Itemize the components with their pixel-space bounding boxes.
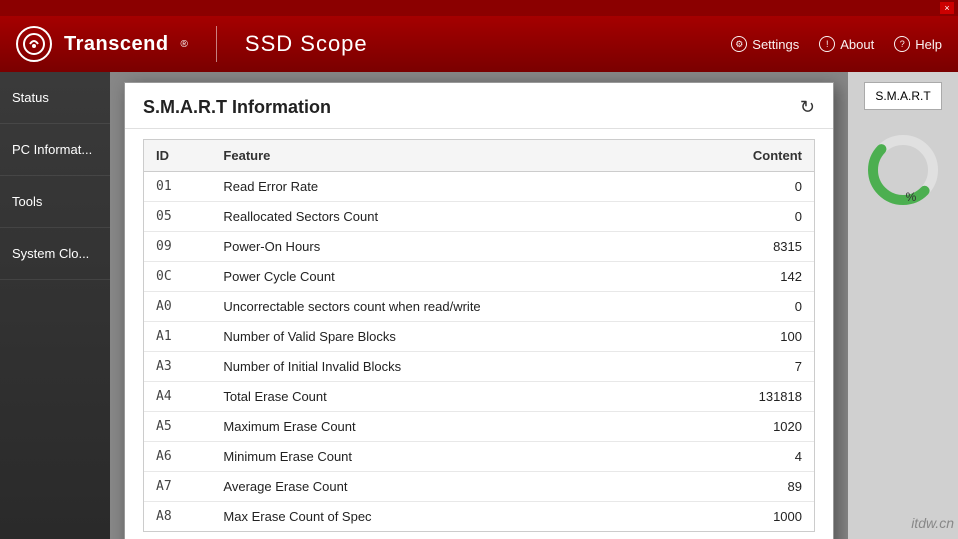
table-row: 09 Power-On Hours 8315 <box>144 232 814 262</box>
cell-id: A3 <box>144 352 211 382</box>
logo-area: Transcend ® SSD Scope <box>16 26 368 62</box>
right-panel: S.M.A.R.T % itdw.cn <box>848 72 958 539</box>
logo-icon <box>16 26 52 62</box>
cell-content: 89 <box>690 472 814 502</box>
header-nav: ⚙ Settings ! About ? Help <box>731 36 942 52</box>
table-row: A5 Maximum Erase Count 1020 <box>144 412 814 442</box>
registered-mark: ® <box>181 39 188 50</box>
cell-id: A5 <box>144 412 211 442</box>
cell-content: 7 <box>690 352 814 382</box>
cell-content: 1020 <box>690 412 814 442</box>
cell-feature: Total Erase Count <box>211 382 689 412</box>
col-feature: Feature <box>211 140 689 172</box>
window-close-button[interactable]: × <box>940 2 954 14</box>
cell-content: 4 <box>690 442 814 472</box>
table-row: 01 Read Error Rate 0 <box>144 172 814 202</box>
table-header-row: ID Feature Content <box>144 140 814 172</box>
cell-id: A8 <box>144 502 211 532</box>
cell-content: 1000 <box>690 502 814 532</box>
table-row: A0 Uncorrectable sectors count when read… <box>144 292 814 322</box>
help-label: Help <box>915 37 942 52</box>
sidebar-item-pc-information[interactable]: PC Informat... <box>0 124 110 176</box>
table-row: A4 Total Erase Count 131818 <box>144 382 814 412</box>
cell-id: 01 <box>144 172 211 202</box>
about-icon: ! <box>819 36 835 52</box>
cell-feature: Uncorrectable sectors count when read/wr… <box>211 292 689 322</box>
cell-content: 131818 <box>690 382 814 412</box>
health-percent-label: % <box>906 190 917 204</box>
app-header: Transcend ® SSD Scope ⚙ Settings ! About… <box>0 16 958 72</box>
cell-feature: Average Erase Count <box>211 472 689 502</box>
smart-panel-button[interactable]: S.M.A.R.T <box>864 82 941 110</box>
settings-icon: ⚙ <box>731 36 747 52</box>
cell-feature: Power Cycle Count <box>211 262 689 292</box>
cell-id: A0 <box>144 292 211 322</box>
cell-id: 05 <box>144 202 211 232</box>
watermark: itdw.cn <box>911 515 954 531</box>
table-row: A3 Number of Initial Invalid Blocks 7 <box>144 352 814 382</box>
col-content: Content <box>690 140 814 172</box>
table-row: A7 Average Erase Count 89 <box>144 472 814 502</box>
table-row: A6 Minimum Erase Count 4 <box>144 442 814 472</box>
cell-feature: Number of Valid Spare Blocks <box>211 322 689 352</box>
about-nav-item[interactable]: ! About <box>819 36 874 52</box>
sidebar-tools-label: Tools <box>12 194 42 209</box>
cell-id: 0C <box>144 262 211 292</box>
cell-content: 8315 <box>690 232 814 262</box>
titlebar: × <box>0 0 958 16</box>
smart-info-modal: S.M.A.R.T Information ↻ ID Feature Conte… <box>124 82 834 539</box>
cell-feature: Reallocated Sectors Count <box>211 202 689 232</box>
header-divider <box>216 26 217 62</box>
cell-feature: Maximum Erase Count <box>211 412 689 442</box>
cell-content: 0 <box>690 172 814 202</box>
table-row: A1 Number of Valid Spare Blocks 100 <box>144 322 814 352</box>
modal-overlay: S.M.A.R.T Information ↻ ID Feature Conte… <box>110 72 848 539</box>
table-row: A8 Max Erase Count of Spec 1000 <box>144 502 814 532</box>
sidebar-item-tools[interactable]: Tools <box>0 176 110 228</box>
cell-id: A4 <box>144 382 211 412</box>
cell-content: 142 <box>690 262 814 292</box>
sidebar-item-status[interactable]: Status <box>0 72 110 124</box>
cell-feature: Read Error Rate <box>211 172 689 202</box>
cell-id: A1 <box>144 322 211 352</box>
cell-feature: Max Erase Count of Spec <box>211 502 689 532</box>
smart-table: ID Feature Content 01 Read Error Rate 0 … <box>144 140 814 531</box>
col-id: ID <box>144 140 211 172</box>
cell-id: 09 <box>144 232 211 262</box>
sidebar-item-system-clock[interactable]: System Clo... <box>0 228 110 280</box>
content-area: S.M.A.R.T Information ↻ ID Feature Conte… <box>110 72 848 539</box>
main-layout: Status PC Informat... Tools System Clo..… <box>0 72 958 539</box>
help-icon: ? <box>894 36 910 52</box>
sidebar-status-label: Status <box>12 90 49 105</box>
cell-feature: Number of Initial Invalid Blocks <box>211 352 689 382</box>
refresh-button[interactable]: ↻ <box>800 97 815 118</box>
smart-table-container[interactable]: ID Feature Content 01 Read Error Rate 0 … <box>143 139 815 532</box>
settings-nav-item[interactable]: ⚙ Settings <box>731 36 799 52</box>
cell-content: 0 <box>690 202 814 232</box>
health-gauge <box>863 130 943 210</box>
table-row: 05 Reallocated Sectors Count 0 <box>144 202 814 232</box>
table-row: 0C Power Cycle Count 142 <box>144 262 814 292</box>
cell-feature: Minimum Erase Count <box>211 442 689 472</box>
gauge-area: % <box>863 130 943 204</box>
modal-title: S.M.A.R.T Information <box>143 97 331 118</box>
cell-content: 0 <box>690 292 814 322</box>
about-label: About <box>840 37 874 52</box>
app-title: SSD Scope <box>245 31 368 57</box>
sidebar: Status PC Informat... Tools System Clo..… <box>0 72 110 539</box>
cell-id: A7 <box>144 472 211 502</box>
sidebar-pc-label: PC Informat... <box>12 142 92 157</box>
cell-id: A6 <box>144 442 211 472</box>
help-nav-item[interactable]: ? Help <box>894 36 942 52</box>
cell-content: 100 <box>690 322 814 352</box>
sidebar-system-clock-label: System Clo... <box>12 246 89 261</box>
settings-label: Settings <box>752 37 799 52</box>
cell-feature: Power-On Hours <box>211 232 689 262</box>
brand-name: Transcend <box>64 33 169 56</box>
modal-header: S.M.A.R.T Information ↻ <box>125 83 833 129</box>
